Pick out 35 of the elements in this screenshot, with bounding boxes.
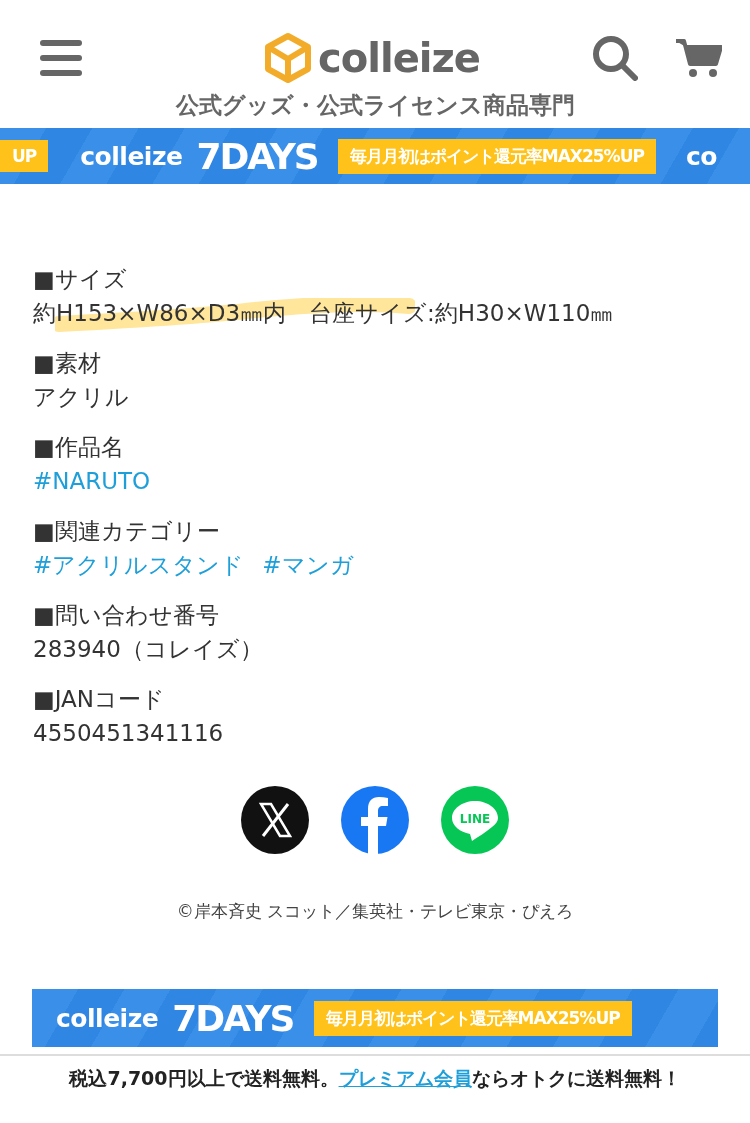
spec-value: 約H153×W86×D3㎜内 台座サイズ:約H30×W110㎜ <box>33 299 614 328</box>
offer-label: UP <box>0 140 49 172</box>
banner-title: 7DAYS <box>172 997 294 1039</box>
tag-link[interactable]: #アクリルスタンド <box>33 548 245 582</box>
tagline: 公式グッズ・公式ライセンス商品専門 <box>174 91 576 120</box>
shipping-notice: 税込7,700円以上で送料無料。プレミアム会員ならオトクに送料無料！ <box>69 1067 681 1089</box>
logo-text[interactable]: colleize <box>318 35 480 81</box>
line-share-button[interactable]: LINE <box>441 786 509 854</box>
section-heading: ■関連カテゴリー <box>33 517 221 546</box>
section-heading: ■作品名 <box>33 433 125 462</box>
facebook-share-icon[interactable] <box>341 786 409 854</box>
tag-link[interactable]: #マンガ <box>262 548 354 582</box>
offer-label: 毎月月初はポイント還元率MAX25%UP <box>313 1000 632 1036</box>
premium-member-link[interactable]: プレミアム会員 <box>338 1067 472 1089</box>
offer-label: 毎月月初はポイント還元率MAX25%UP <box>337 138 656 174</box>
tag-link[interactable]: #NARUTO <box>33 464 151 498</box>
search-icon[interactable] <box>592 35 638 81</box>
spec-value: アクリル <box>33 383 129 412</box>
promo-banner[interactable]: colleize 7DAYS 毎月月初はポイント還元率MAX25%UP <box>32 989 718 1047</box>
section-heading: ■JANコード <box>33 685 167 714</box>
banner-title: 7DAYS <box>196 135 318 177</box>
spec-value: 4550451341116 <box>33 719 224 748</box>
promo-banner[interactable]: UP colleize 7DAYS 毎月月初はポイント還元率MAX25%UP co <box>0 128 750 184</box>
copyright-text: ©岸本斉史 スコット／集英社・テレビ東京・ぴえろ <box>176 901 574 921</box>
brand-text: colleize <box>80 141 183 171</box>
brand-text: colleize <box>56 1003 159 1033</box>
x-share-icon[interactable] <box>241 786 309 854</box>
section-heading: ■サイズ <box>33 265 128 294</box>
spec-value: 283940（コレイズ） <box>33 635 263 664</box>
brand-text: co <box>685 141 717 171</box>
cart-icon[interactable] <box>676 38 722 78</box>
menu-icon[interactable] <box>40 40 82 76</box>
box-logo-icon <box>264 32 313 84</box>
section-heading: ■問い合わせ番号 <box>33 601 220 630</box>
section-heading: ■素材 <box>33 349 102 378</box>
